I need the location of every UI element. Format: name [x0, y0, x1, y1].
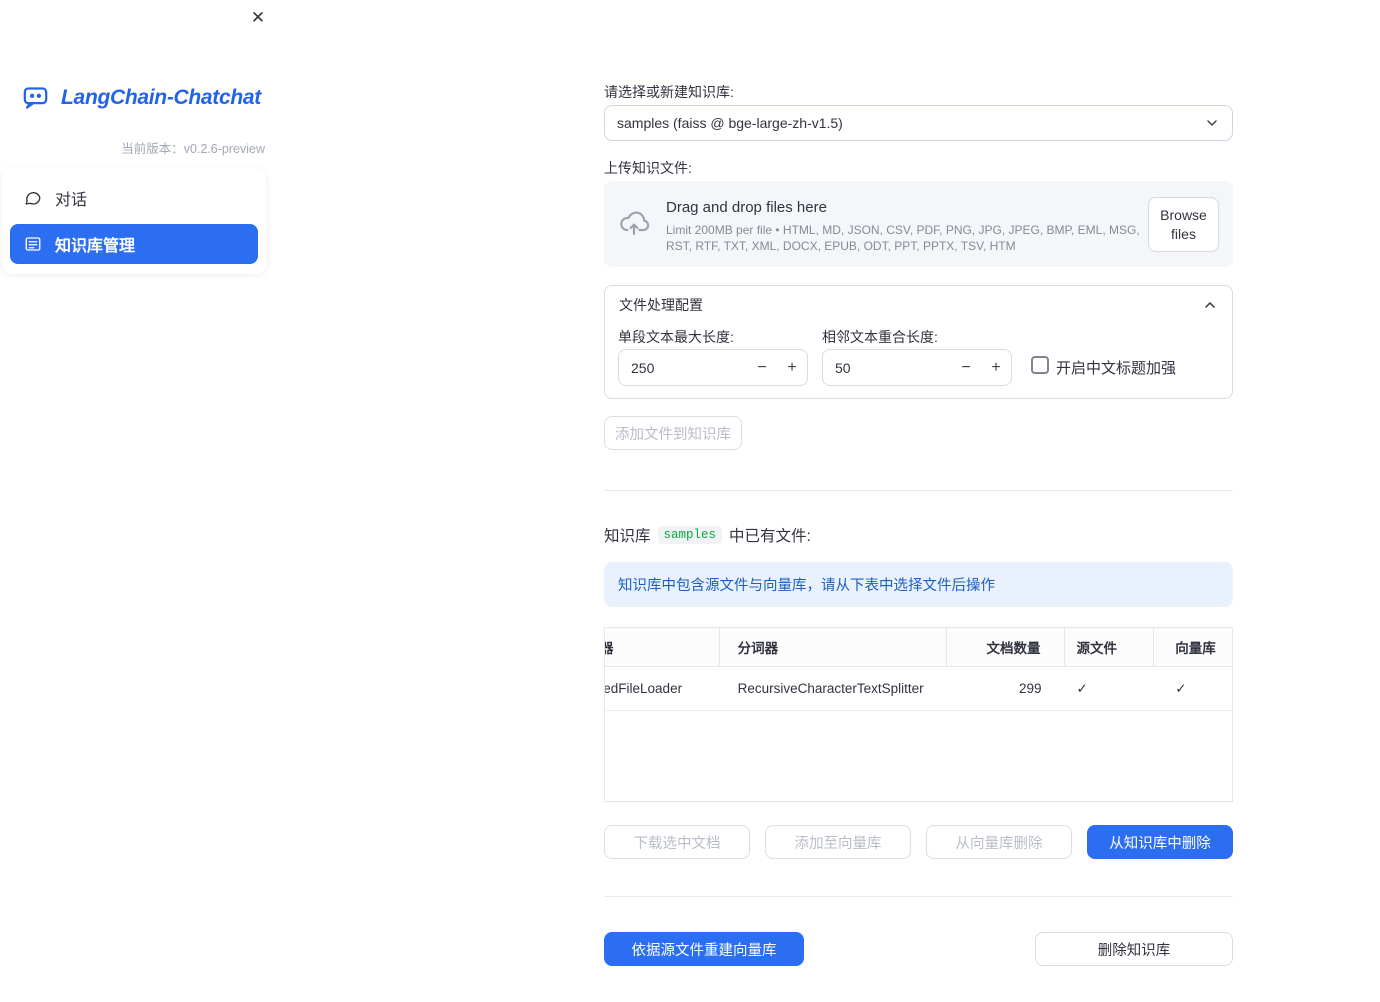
heading-suffix: 中已有文件: — [729, 528, 811, 545]
info-banner: 知识库中包含源文件与向量库，请从下表中选择文件后操作 — [604, 562, 1233, 607]
overlap-value: 50 — [835, 359, 851, 376]
cell-doc-count: 299 — [1018, 681, 1042, 696]
app-logo: LangChain-Chatchat — [0, 84, 280, 111]
cell-vector-check: ✓ — [1175, 680, 1187, 696]
heading-prefix: 知识库 — [604, 528, 651, 545]
rebuild-vector-store-button[interactable]: 依据源文件重建向量库 — [604, 932, 804, 966]
overlap-label: 相邻文本重合长度: — [822, 329, 938, 345]
delete-from-vector-store-button[interactable]: 从向量库删除 — [926, 825, 1072, 859]
col-doc-count: 文档数量 — [947, 628, 1066, 666]
expander-header[interactable]: 文件处理配置 — [605, 286, 1232, 324]
zh-title-enhance-label: 开启中文标题加强 — [1056, 360, 1177, 377]
overlap-input[interactable]: 50 − + — [822, 349, 1012, 386]
chevron-up-icon — [1205, 302, 1215, 308]
plus-button[interactable]: + — [981, 350, 1011, 385]
expander-title: 文件处理配置 — [619, 297, 703, 313]
chat-logo-icon — [23, 87, 48, 109]
dropzone-title: Drag and drop files here — [666, 199, 827, 216]
app-page: ✕ LangChain-Chatchat 当前版本：v0.2.6-preview… — [0, 0, 1380, 1002]
cell-splitter: RecursiveCharacterTextSplitter — [737, 681, 924, 696]
zh-title-enhance-checkbox[interactable] — [1031, 356, 1049, 374]
sidebar-close-icon[interactable]: ✕ — [244, 4, 272, 32]
max-length-label: 单段文本最大长度: — [618, 329, 734, 345]
add-files-button[interactable]: 添加文件到知识库 — [604, 416, 742, 450]
cell-loader: UnstructuredFileLoader — [605, 681, 683, 696]
add-to-vector-store-button[interactable]: 添加至向量库 — [765, 825, 911, 859]
sidebar-menu: 对话 知识库管理 — [2, 168, 266, 274]
files-table[interactable]: 文档加载器 分词器 文档数量 源文件 向量库 UnstructuredFileL… — [604, 627, 1233, 802]
table-row[interactable]: UnstructuredFileLoader RecursiveCharacte… — [605, 667, 1232, 711]
kb-selectbox[interactable]: samples (faiss @ bge-large-zh-v1.5) — [604, 105, 1233, 141]
delete-kb-button[interactable]: 删除知识库 — [1035, 932, 1233, 966]
plus-button[interactable]: + — [777, 350, 807, 385]
version-label: 当前版本：v0.2.6-preview — [121, 142, 265, 156]
minus-button[interactable]: − — [747, 350, 777, 385]
kb-select-label: 请选择或新建知识库: — [604, 84, 734, 100]
max-length-value: 250 — [631, 359, 655, 376]
list-icon — [25, 237, 41, 251]
chat-bubble-icon — [25, 192, 41, 205]
download-selected-button[interactable]: 下载选中文档 — [604, 825, 750, 859]
divider — [604, 896, 1233, 897]
sidebar-item-dialogue[interactable]: 对话 — [10, 178, 258, 218]
col-splitter: 分词器 — [720, 628, 947, 666]
col-source-file: 源文件 — [1065, 628, 1155, 666]
kb-name-code: samples — [657, 526, 723, 544]
divider — [604, 490, 1233, 491]
sidebar: ✕ LangChain-Chatchat 当前版本：v0.2.6-preview… — [0, 0, 280, 1002]
delete-from-kb-button[interactable]: 从知识库中删除 — [1087, 825, 1233, 859]
dropzone-limits: Limit 200MB per file • HTML, MD, JSON, C… — [666, 223, 1140, 253]
cell-source-check: ✓ — [1076, 680, 1088, 696]
app-title: LangChain-Chatchat — [61, 85, 261, 109]
col-loader: 文档加载器 — [605, 628, 720, 666]
sidebar-item-knowledge-base[interactable]: 知识库管理 — [10, 224, 258, 264]
chevron-down-icon — [1207, 120, 1217, 126]
cloud-upload-icon — [620, 211, 650, 236]
browse-files-button[interactable]: Browse files — [1148, 197, 1219, 252]
sidebar-item-label: 知识库管理 — [55, 238, 136, 255]
minus-button[interactable]: − — [951, 350, 981, 385]
existing-files-heading: 知识库 samples 中已有文件: — [604, 524, 811, 546]
sidebar-item-label: 对话 — [55, 192, 88, 209]
table-header-row: 文档加载器 分词器 文档数量 源文件 向量库 — [605, 628, 1232, 667]
col-vector-store: 向量库 — [1175, 641, 1216, 656]
upload-label: 上传知识文件: — [604, 160, 692, 176]
max-length-input[interactable]: 250 − + — [618, 349, 808, 386]
kb-selected-value: samples (faiss @ bge-large-zh-v1.5) — [617, 115, 843, 131]
